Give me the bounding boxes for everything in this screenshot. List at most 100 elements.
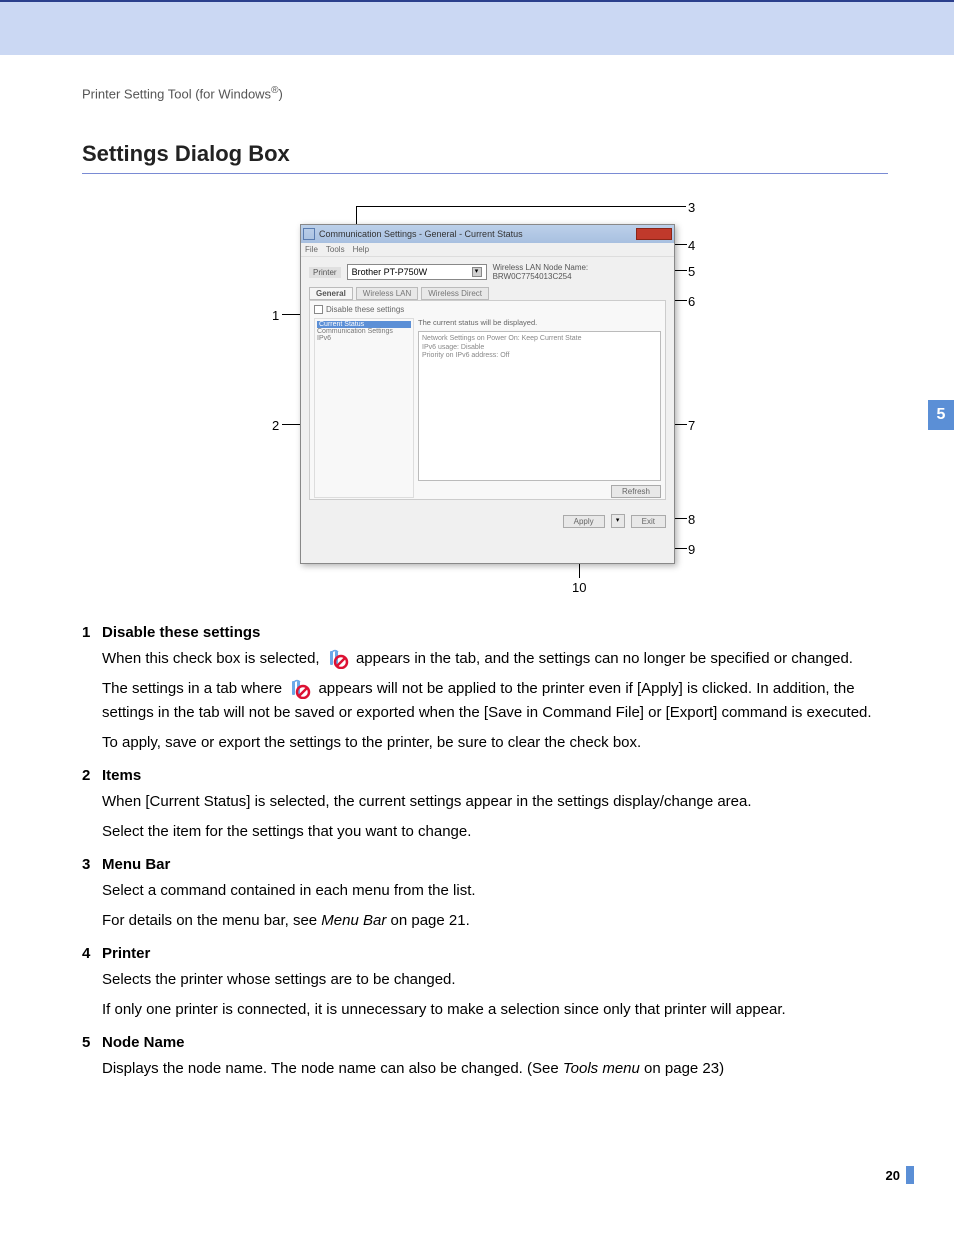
dialog-split: Current Status Communication Settings IP… bbox=[314, 318, 661, 498]
callout-line bbox=[675, 548, 687, 549]
printer-value: Brother PT-P750W bbox=[352, 267, 428, 277]
callout-line bbox=[356, 206, 686, 207]
cross-reference: Tools menu bbox=[563, 1060, 640, 1077]
top-color-bar bbox=[0, 0, 954, 55]
text-fragment: When this check box is selected, bbox=[102, 650, 324, 667]
checkbox-icon bbox=[314, 305, 323, 314]
header-text: Printer Setting Tool (for Windows bbox=[82, 86, 271, 101]
refresh-row: Refresh bbox=[418, 485, 661, 498]
page-number: 20 bbox=[886, 1168, 900, 1183]
item-title: Printer bbox=[102, 945, 888, 962]
callout-4: 4 bbox=[688, 238, 695, 253]
tab-wireless-lan: Wireless LAN bbox=[356, 287, 418, 300]
callout-line bbox=[675, 244, 687, 245]
item-title: Node Name bbox=[102, 1034, 888, 1051]
list-item: 1 Disable these settings When this check… bbox=[82, 624, 888, 761]
item-text: Select a command contained in each menu … bbox=[102, 879, 888, 903]
item-number: 3 bbox=[82, 856, 102, 939]
text-fragment: on page 21. bbox=[386, 912, 469, 929]
callout-8: 8 bbox=[688, 512, 695, 527]
chevron-down-icon: ▾ bbox=[472, 267, 482, 277]
printer-dropdown: Brother PT-P750W ▾ bbox=[347, 264, 487, 280]
window-close-buttons bbox=[636, 228, 672, 240]
status-label: The current status will be displayed. bbox=[418, 318, 661, 327]
list-item: 5 Node Name Displays the node name. The … bbox=[82, 1034, 888, 1087]
callout-line bbox=[675, 300, 687, 301]
apply-button: Apply bbox=[563, 515, 605, 528]
item-number: 5 bbox=[82, 1034, 102, 1087]
figure-container: 1 2 3 4 5 6 7 8 9 10 bbox=[82, 204, 888, 594]
item-number: 4 bbox=[82, 945, 102, 1028]
item-text: The settings in a tab where appears will… bbox=[102, 677, 888, 725]
dialog-title: Communication Settings - General - Curre… bbox=[319, 229, 636, 239]
callout-1: 1 bbox=[272, 308, 279, 323]
menu-help: Help bbox=[353, 245, 369, 254]
text-fragment: appears in the tab, and the settings can… bbox=[356, 650, 853, 667]
item-title: Items bbox=[102, 767, 888, 784]
menu-tools: Tools bbox=[326, 245, 345, 254]
item-text: For details on the menu bar, see Menu Ba… bbox=[102, 909, 888, 933]
tab-wireless-direct: Wireless Direct bbox=[421, 287, 489, 300]
page-header: Printer Setting Tool (for Windows®) bbox=[82, 85, 888, 101]
disable-icon bbox=[326, 649, 350, 669]
callout-line bbox=[675, 270, 687, 271]
refresh-button: Refresh bbox=[611, 485, 661, 498]
item-number: 1 bbox=[82, 624, 102, 761]
chapter-tab: 5 bbox=[928, 400, 954, 430]
menu-file: File bbox=[305, 245, 318, 254]
status-pane: The current status will be displayed. Ne… bbox=[418, 318, 661, 498]
tab-general: General bbox=[309, 287, 353, 300]
disable-settings-row: Disable these settings bbox=[314, 305, 661, 314]
dialog-bottom-row: Apply ▾ Exit bbox=[301, 508, 674, 534]
item-text: Select the item for the settings that yo… bbox=[102, 820, 888, 844]
description-list: 1 Disable these settings When this check… bbox=[82, 624, 888, 1087]
item-title: Menu Bar bbox=[102, 856, 888, 873]
item-text: Displays the node name. The node name ca… bbox=[102, 1057, 888, 1081]
callout-3: 3 bbox=[688, 200, 695, 215]
dialog-titlebar: Communication Settings - General - Curre… bbox=[301, 225, 674, 243]
cross-reference: Menu Bar bbox=[321, 912, 386, 929]
dialog-icon bbox=[303, 228, 315, 240]
dialog-tabs: General Wireless LAN Wireless Direct bbox=[301, 287, 674, 300]
list-item: 4 Printer Selects the printer whose sett… bbox=[82, 945, 888, 1028]
item-text: If only one printer is connected, it is … bbox=[102, 998, 888, 1022]
dialog-content: Disable these settings Current Status Co… bbox=[309, 300, 666, 500]
text-fragment: Displays the node name. The node name ca… bbox=[102, 1060, 563, 1077]
printer-label: Printer bbox=[309, 267, 341, 278]
callout-9: 9 bbox=[688, 542, 695, 557]
header-end: ) bbox=[278, 86, 282, 101]
items-pane: Current Status Communication Settings IP… bbox=[314, 318, 414, 498]
text-fragment: on page 23) bbox=[640, 1060, 724, 1077]
callout-5: 5 bbox=[688, 264, 695, 279]
item-text: Selects the printer whose settings are t… bbox=[102, 968, 888, 992]
item-current-status: Current Status bbox=[317, 321, 411, 328]
disable-settings-label: Disable these settings bbox=[326, 305, 404, 314]
status-box: Network Settings on Power On: Keep Curre… bbox=[418, 331, 661, 481]
section-heading: Settings Dialog Box bbox=[82, 141, 888, 174]
callout-7: 7 bbox=[688, 418, 695, 433]
item-number: 2 bbox=[82, 767, 102, 850]
node-name-text: Wireless LAN Node Name: BRW0C7754013C254 bbox=[493, 263, 666, 281]
item-text: When [Current Status] is selected, the c… bbox=[102, 790, 888, 814]
annotated-dialog-figure: 1 2 3 4 5 6 7 8 9 10 bbox=[270, 204, 700, 594]
item-ipv6: IPv6 bbox=[317, 335, 411, 342]
callout-line bbox=[675, 518, 687, 519]
item-text: When this check box is selected, appears… bbox=[102, 647, 888, 671]
dialog-menubar: File Tools Help bbox=[301, 243, 674, 257]
callout-10: 10 bbox=[572, 580, 586, 595]
callout-6: 6 bbox=[688, 294, 695, 309]
printer-row: Printer Brother PT-P750W ▾ Wireless LAN … bbox=[301, 257, 674, 287]
page-number-bar bbox=[906, 1166, 914, 1184]
apply-dropdown-icon: ▾ bbox=[611, 514, 625, 528]
item-text: To apply, save or export the settings to… bbox=[102, 731, 888, 755]
list-item: 2 Items When [Current Status] is selecte… bbox=[82, 767, 888, 850]
settings-dialog-screenshot: Communication Settings - General - Curre… bbox=[300, 224, 675, 564]
list-item: 3 Menu Bar Select a command contained in… bbox=[82, 856, 888, 939]
text-fragment: The settings in a tab where bbox=[102, 680, 286, 697]
text-fragment: For details on the menu bar, see bbox=[102, 912, 321, 929]
callout-2: 2 bbox=[272, 418, 279, 433]
exit-button: Exit bbox=[631, 515, 666, 528]
item-communication-settings: Communication Settings bbox=[317, 328, 411, 335]
disable-icon bbox=[288, 679, 312, 699]
callout-line bbox=[675, 424, 687, 425]
